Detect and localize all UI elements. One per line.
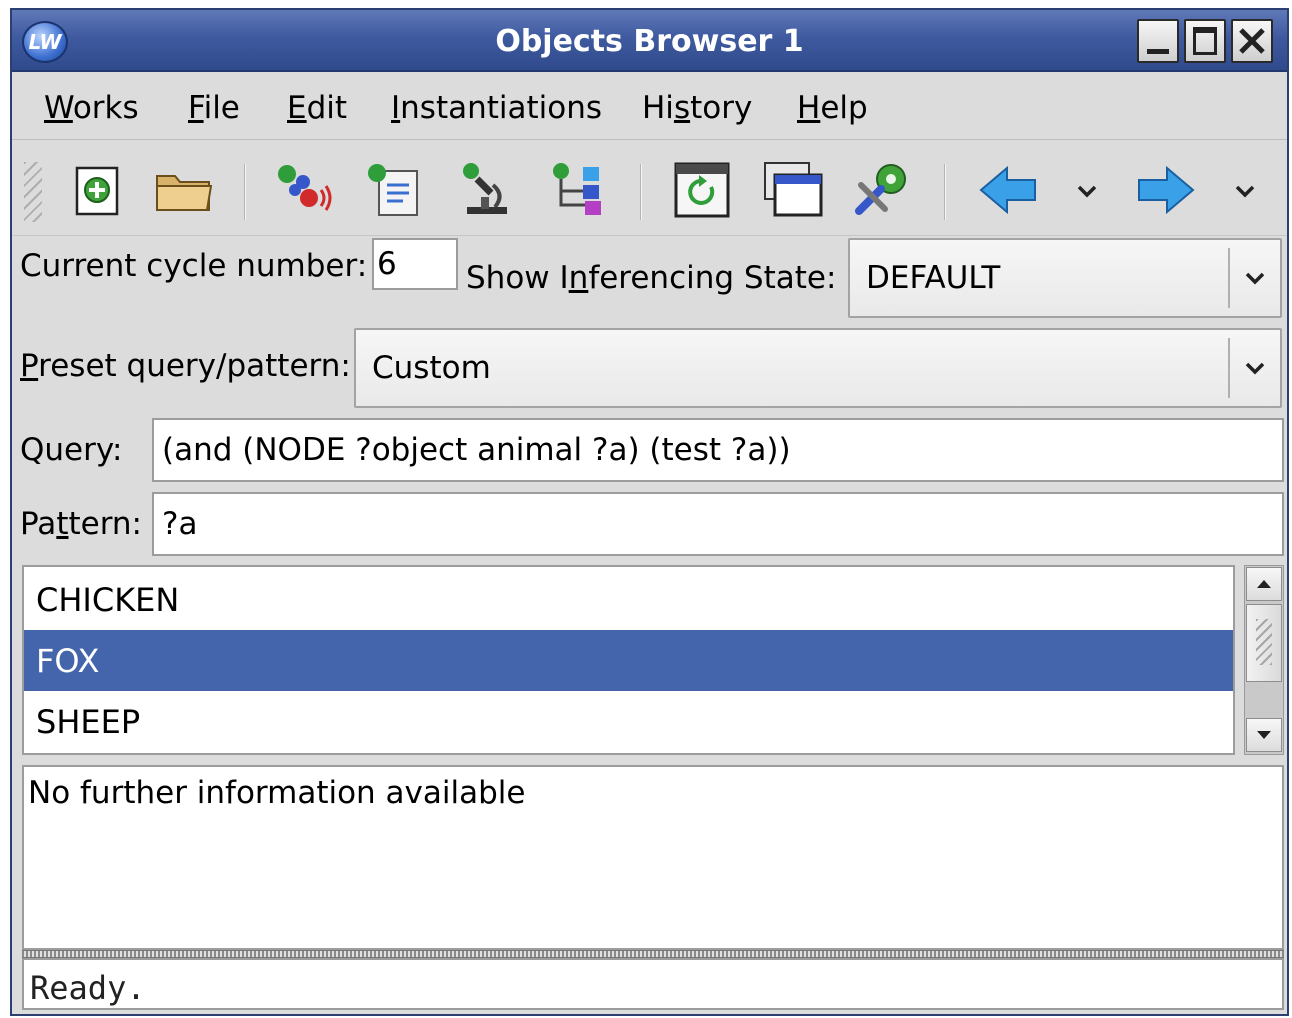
preset-label: Preset query/pattern: [20,348,351,384]
query-input[interactable]: (and (NODE ?object animal ?a) (test ?a)) [152,418,1284,482]
toolbar-separator [640,164,642,220]
pane-splitter[interactable] [22,950,1284,958]
forward-button[interactable] [1132,156,1200,224]
chevron-down-icon [1245,362,1265,375]
preset-select[interactable]: Custom [354,328,1282,408]
refresh-button[interactable] [668,156,736,224]
hierarchy-icon [553,163,601,215]
inferencing-state-select[interactable]: DEFAULT [848,238,1282,318]
maximize-button[interactable] [1184,19,1226,63]
title-bar[interactable]: LW Objects Browser 1 [12,10,1287,72]
forward-history-dropdown[interactable] [1230,176,1260,206]
open-folder-icon [156,175,213,211]
menu-history[interactable]: History [642,90,752,126]
inferencing-state-label: Show Inferencing State: [466,260,837,296]
toolbar-separator [244,164,246,220]
results-scrollbar[interactable] [1244,565,1284,755]
cycle-number-input[interactable]: 6 [372,238,458,290]
results-list[interactable]: CHICKEN FOX SHEEP [22,565,1235,755]
scroll-down-button[interactable] [1246,718,1282,752]
menu-edit[interactable]: Edit [287,90,347,126]
cycle-number-label: Current cycle number: [20,248,368,284]
back-history-dropdown[interactable] [1072,176,1102,206]
microscope-icon [463,163,507,214]
info-text: No further information available [28,775,526,811]
chevron-up-icon [1257,580,1271,588]
document-list-icon [368,164,418,216]
new-object-icon [75,166,119,216]
close-button[interactable] [1231,19,1273,63]
tools-gear-icon [855,164,906,215]
inferencing-state-value: DEFAULT [866,260,1001,296]
status-bar: Ready. [22,958,1284,1010]
info-panel[interactable]: No further information available [22,765,1284,950]
open-folder-button[interactable] [150,156,218,224]
new-window-button[interactable] [760,156,828,224]
tools-button[interactable] [850,156,918,224]
document-list-button[interactable] [360,156,428,224]
minimize-button[interactable] [1137,19,1179,63]
toolbar-separator [944,164,946,220]
status-text: Ready. [30,969,146,1007]
dropdown-arrow[interactable] [1228,248,1280,308]
nodes-signal-icon [278,165,332,211]
list-item-selected[interactable]: FOX [24,630,1233,691]
dropdown-arrow[interactable] [1228,338,1280,398]
back-arrow-icon [979,165,1036,215]
list-item[interactable]: SHEEP [24,691,1233,752]
toolbar [12,142,1287,236]
scroll-thumb[interactable] [1246,604,1282,682]
chevron-down-icon [1077,185,1097,198]
window-icon [764,162,823,217]
pattern-input[interactable]: ?a [152,492,1284,556]
menu-file[interactable]: File [188,90,240,126]
window-title: Objects Browser 1 [495,24,804,59]
inspect-button[interactable] [452,156,520,224]
hierarchy-button[interactable] [544,156,612,224]
refresh-icon [674,162,730,218]
menu-bar: Works File Edit Instantiations History H… [12,74,1287,140]
preset-value: Custom [372,350,491,386]
close-icon [1239,28,1265,54]
menu-works[interactable]: Works [44,90,139,126]
nodes-signal-button[interactable] [270,156,338,224]
new-object-button[interactable] [64,156,132,224]
menu-help[interactable]: Help [797,90,868,126]
query-label: Query: [20,432,123,468]
back-button[interactable] [974,156,1042,224]
menu-instantiations[interactable]: Instantiations [391,90,602,126]
chevron-down-icon [1245,272,1265,285]
forward-arrow-icon [1138,165,1195,215]
chevron-down-icon [1235,185,1255,198]
pattern-label: Pattern: [20,506,142,542]
objects-browser-window: LW Objects Browser 1 Works File Edit Ins… [10,8,1289,1016]
list-item[interactable]: CHICKEN [24,569,1233,630]
scroll-up-button[interactable] [1246,567,1282,601]
toolbar-grip[interactable] [24,162,42,222]
chevron-down-icon [1257,731,1271,739]
